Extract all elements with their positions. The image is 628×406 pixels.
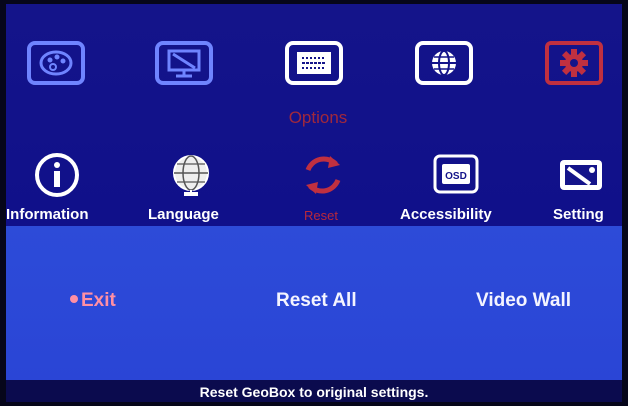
sub-item-label-reset[interactable]: Reset: [304, 208, 338, 223]
sub-item-label-language[interactable]: Language: [148, 206, 219, 223]
video-wall-option[interactable]: Video Wall: [476, 290, 571, 312]
exit-label: Exit: [81, 290, 116, 311]
sub-item-label-setting[interactable]: Setting: [553, 206, 604, 223]
sub-item-label-information[interactable]: Information: [6, 206, 89, 223]
section-title: Options: [288, 108, 348, 127]
gear-icon[interactable]: [544, 40, 604, 86]
sub-item-label-accessibility[interactable]: Accessibility: [400, 206, 492, 223]
reset-options-panel: Exit Reset All Video Wall: [6, 226, 622, 380]
status-bar: Reset GeoBox to original settings.: [6, 380, 622, 402]
globe-panel-icon[interactable]: [414, 40, 474, 86]
selection-bullet-icon: [70, 294, 78, 303]
osd-icon[interactable]: OSD: [431, 150, 481, 200]
osd-screen: Options OSD Information Language Reset A…: [6, 4, 622, 402]
globe-icon[interactable]: [166, 150, 216, 200]
exit-option[interactable]: Exit: [70, 290, 116, 312]
monitor-tools-icon[interactable]: [154, 40, 214, 86]
svg-text:OSD: OSD: [445, 171, 467, 182]
settings-tool-icon[interactable]: [556, 150, 606, 200]
reset-icon[interactable]: [298, 150, 348, 200]
palette-icon[interactable]: [26, 40, 86, 86]
reset-all-option[interactable]: Reset All: [276, 290, 357, 312]
info-icon[interactable]: [32, 150, 82, 200]
options-panel-icon[interactable]: [284, 40, 344, 86]
